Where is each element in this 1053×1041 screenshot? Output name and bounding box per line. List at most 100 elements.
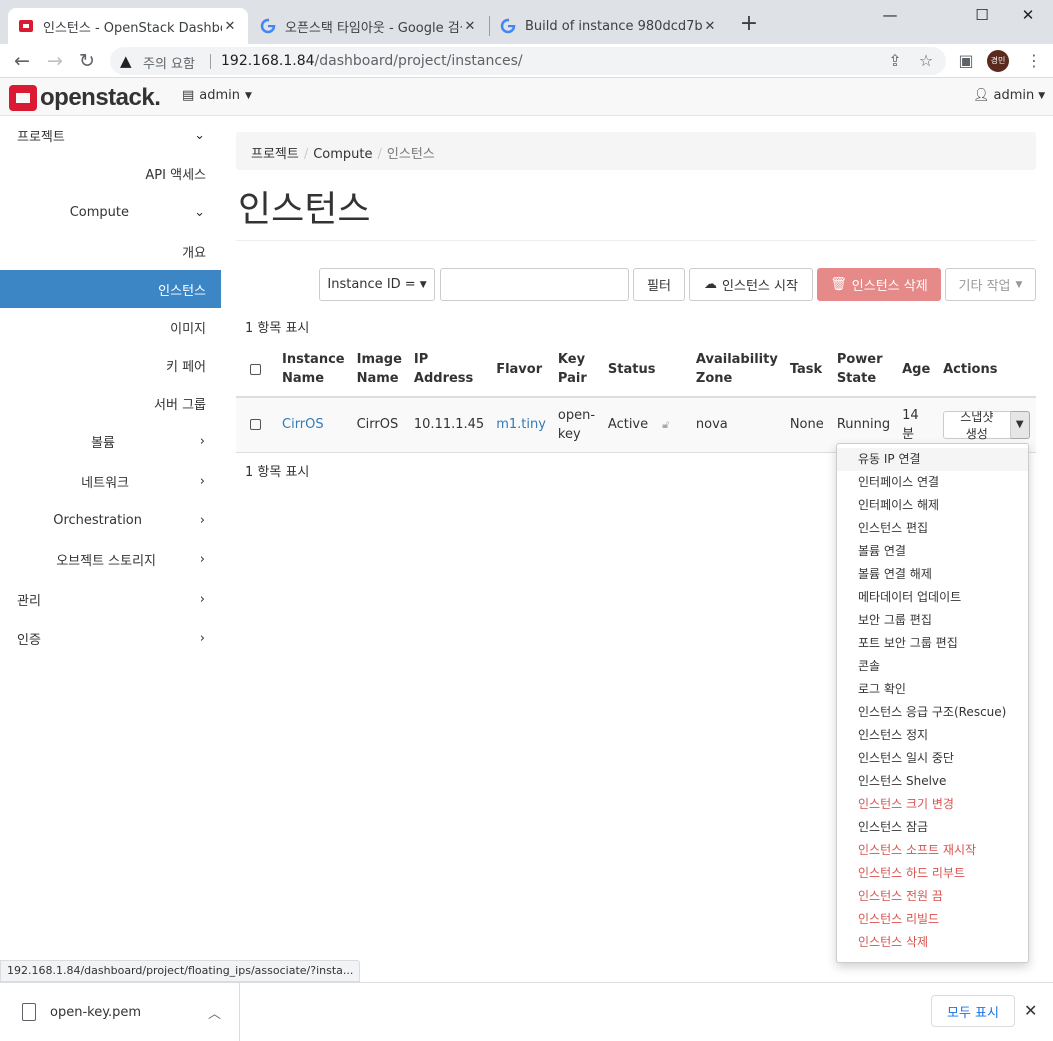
sidebar: 프로젝트 ⌄ API 액세스 Compute ⌄ 개요 인스턴스 이미지 키 페어 … (0, 116, 221, 964)
column-header[interactable]: Key Pair (551, 342, 602, 398)
sidebar-item-instances[interactable]: 인스턴스 (0, 270, 221, 308)
column-header[interactable]: Age (896, 342, 938, 398)
menu-item[interactable]: 콘솔 (837, 655, 1028, 678)
sidebar-item-admin[interactable]: 관리 › (0, 580, 221, 618)
select-all-checkbox[interactable] (250, 363, 261, 375)
project-selector[interactable]: ▤ admin ▼ (182, 88, 252, 103)
menu-item[interactable]: 인스턴스 크기 변경 (837, 793, 1028, 816)
create-snapshot-button[interactable]: 스냅샷 생성 (943, 410, 1011, 441)
menu-item[interactable]: 로그 확인 (837, 678, 1028, 701)
launch-instance-button[interactable]: ☁ 인스턴스 시작 (689, 268, 813, 301)
sidebar-item-project[interactable]: 프로젝트 ⌄ (0, 116, 221, 154)
menu-item[interactable]: 인스턴스 잠금 (837, 816, 1028, 839)
tab-close-icon[interactable]: ✕ (222, 19, 238, 34)
chevron-right-icon: › (199, 630, 205, 646)
menu-item[interactable]: 인스턴스 Shelve (837, 770, 1028, 793)
menu-item[interactable]: 인터페이스 연결 (837, 471, 1028, 494)
availability-zone-cell: nova (689, 397, 784, 453)
column-header[interactable]: Power State (830, 342, 897, 398)
close-window-icon[interactable]: ✕ (1005, 4, 1051, 26)
sidebar-item-label: 서버 그룹 (154, 397, 206, 413)
menu-item[interactable]: 인스턴스 정지 (837, 724, 1028, 747)
filter-field-select[interactable]: Instance ID = ▼ (319, 268, 435, 301)
reload-icon[interactable]: ↻ (75, 49, 99, 73)
openstack-logo[interactable]: openstack. (9, 84, 161, 112)
column-header[interactable]: Availability Zone (689, 342, 784, 398)
sidebar-item-label: 볼륨 (91, 435, 115, 451)
tab-close-icon[interactable]: ✕ (462, 19, 478, 34)
column-header: Actions (937, 342, 1036, 398)
sidebar-item-server-groups[interactable]: 서버 그룹 (0, 384, 221, 422)
sidebar-item-label: API 액세스 (145, 167, 206, 183)
sidebar-item-compute[interactable]: Compute ⌄ (0, 193, 221, 231)
sidebar-item-object-storage[interactable]: 오브젝트 스토리지 › (0, 540, 221, 578)
close-shelf-icon[interactable]: ✕ (1024, 1001, 1037, 1020)
url-text[interactable]: 192.168.1.84/dashboard/project/instances… (221, 53, 523, 69)
download-item[interactable]: open-key.pem ︿ (0, 983, 240, 1041)
sidebar-item-volumes[interactable]: 볼륨 › (0, 422, 221, 460)
openstack-logo-icon (9, 85, 37, 111)
sidebar-item-images[interactable]: 이미지 (0, 308, 221, 346)
menu-item[interactable]: 유동 IP 연결 (837, 448, 1028, 471)
row-checkbox[interactable] (250, 419, 261, 431)
browser-tab-build-search[interactable]: Build of instance 980dcd7b-452 ✕ (490, 8, 728, 44)
more-actions-button[interactable]: 기타 작업 ▼ (945, 268, 1036, 301)
security-warning-label[interactable]: 주의 요함 (143, 53, 195, 72)
column-header[interactable]: Status (601, 342, 690, 398)
menu-item[interactable]: 인스턴스 일시 중단 (837, 747, 1028, 770)
menu-item[interactable]: 메타데이터 업데이트 (837, 586, 1028, 609)
browser-toolbar: ← → ↻ ▲ 주의 요함 192.168.1.84/dashboard/pro… (0, 44, 1053, 78)
menu-item[interactable]: 인스턴스 삭제 (837, 931, 1028, 954)
filter-input[interactable] (440, 268, 629, 301)
back-arrow-icon[interactable]: ← (10, 49, 34, 73)
menu-item[interactable]: 인스턴스 소프트 재시작 (837, 839, 1028, 862)
breadcrumb-item-compute[interactable]: Compute (313, 147, 372, 162)
menu-item[interactable]: 볼륨 연결 (837, 540, 1028, 563)
bookmark-star-icon[interactable]: ☆ (915, 50, 937, 72)
column-header[interactable]: Image Name (350, 342, 408, 398)
show-all-downloads-button[interactable]: 모두 표시 (931, 995, 1015, 1027)
sidebar-item-orchestration[interactable]: Orchestration › (0, 501, 221, 539)
side-panel-icon[interactable]: ▣ (955, 50, 977, 72)
browser-tab-google-search[interactable]: 오픈스택 타임아웃 - Google 검색 ✕ (250, 8, 488, 44)
forward-arrow-icon[interactable]: → (43, 49, 67, 73)
menu-item[interactable]: 인터페이스 해제 (837, 494, 1028, 517)
flavor-link[interactable]: m1.tiny (496, 417, 546, 432)
menu-item[interactable]: 인스턴스 편집 (837, 517, 1028, 540)
delete-instances-button[interactable]: 🗑︎ 인스턴스 삭제 (817, 268, 941, 301)
address-bar[interactable]: ▲ 주의 요함 192.168.1.84/dashboard/project/i… (110, 47, 946, 75)
column-header[interactable]: Instance Name (276, 342, 351, 398)
user-menu[interactable]: 👤︎ admin ▼ (973, 88, 1045, 103)
row-actions-dropdown-toggle[interactable]: ▼ (1010, 410, 1030, 439)
menu-item[interactable]: 인스턴스 하드 리부트 (837, 862, 1028, 885)
sidebar-item-network[interactable]: 네트워크 › (0, 462, 221, 500)
ip-address-cell: 10.11.1.45 (407, 397, 491, 453)
tab-close-icon[interactable]: ✕ (702, 19, 718, 34)
menu-item[interactable]: 볼륨 연결 해제 (837, 563, 1028, 586)
filter-button[interactable]: 필터 (633, 268, 685, 301)
menu-item[interactable]: 보안 그룹 편집 (837, 609, 1028, 632)
breadcrumb-item-project[interactable]: 프로젝트 (251, 147, 299, 162)
sidebar-item-api-access[interactable]: API 액세스 (0, 154, 221, 192)
menu-item[interactable]: 포트 보안 그룹 편집 (837, 632, 1028, 655)
new-tab-button[interactable]: + (737, 12, 761, 36)
sidebar-item-identity[interactable]: 인증 › (0, 619, 221, 657)
menu-item[interactable]: 인스턴스 리빌드 (837, 908, 1028, 931)
maximize-window-icon[interactable]: ☐ (959, 4, 1005, 26)
chevron-up-icon[interactable]: ︿ (208, 1003, 221, 1022)
column-header[interactable]: IP Address (407, 342, 491, 398)
menu-item[interactable]: 인스턴스 전원 끔 (837, 885, 1028, 908)
warning-icon[interactable]: ▲ (120, 52, 132, 70)
profile-avatar[interactable]: 경민 (987, 50, 1009, 72)
browser-menu-icon[interactable]: ⋮ (1023, 50, 1045, 72)
menu-item[interactable]: 인스턴스 응급 구조(Rescue) (837, 701, 1028, 724)
share-icon[interactable]: ⇪ (884, 50, 906, 72)
minimize-window-icon[interactable]: — (867, 4, 913, 26)
column-header[interactable]: Flavor (490, 342, 552, 398)
sidebar-item-overview[interactable]: 개요 (0, 232, 221, 270)
column-header[interactable]: Task (783, 342, 831, 398)
key-pair-cell: open-key (551, 397, 602, 453)
browser-tab-instances[interactable]: 인스턴스 - OpenStack Dashboard ✕ (8, 8, 248, 44)
sidebar-item-key-pairs[interactable]: 키 페어 (0, 346, 221, 384)
instance-name-link[interactable]: CirrOS (282, 417, 324, 432)
